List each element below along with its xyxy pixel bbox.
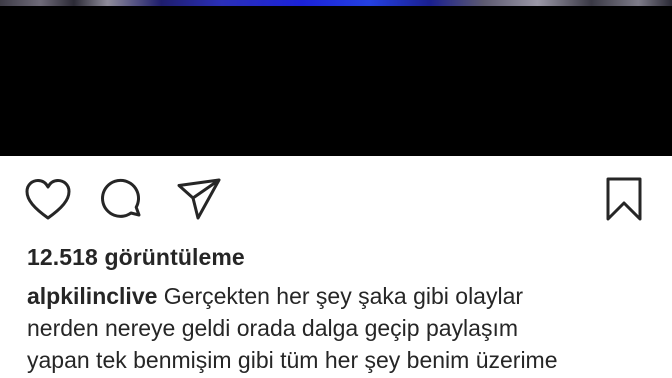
share-icon[interactable] [176, 177, 222, 221]
instagram-post: 12.518 görüntüleme alpkilinclive Gerçekt… [0, 0, 672, 378]
post-action-bar [0, 156, 672, 236]
caption-line: yapan tek benmişim gibi tüm her şey beni… [27, 347, 558, 373]
video-frame-edge [0, 0, 672, 6]
bookmark-icon[interactable] [604, 176, 644, 222]
post-caption: alpkilinclive Gerçekten her şey şaka gib… [27, 280, 657, 376]
view-count: 12.518 görüntüleme [27, 244, 245, 270]
heart-icon[interactable] [24, 178, 72, 222]
username-link[interactable]: alpkilinclive [27, 283, 157, 309]
caption-line: nerden nereye geldi orada dalga geçip pa… [27, 315, 518, 341]
caption-line: alpkilinclive Gerçekten her şey şaka gib… [27, 280, 657, 312]
caption-text: Gerçekten her şey şaka gibi olaylar [163, 283, 524, 309]
comment-icon[interactable] [101, 178, 145, 222]
post-video[interactable] [0, 0, 672, 156]
